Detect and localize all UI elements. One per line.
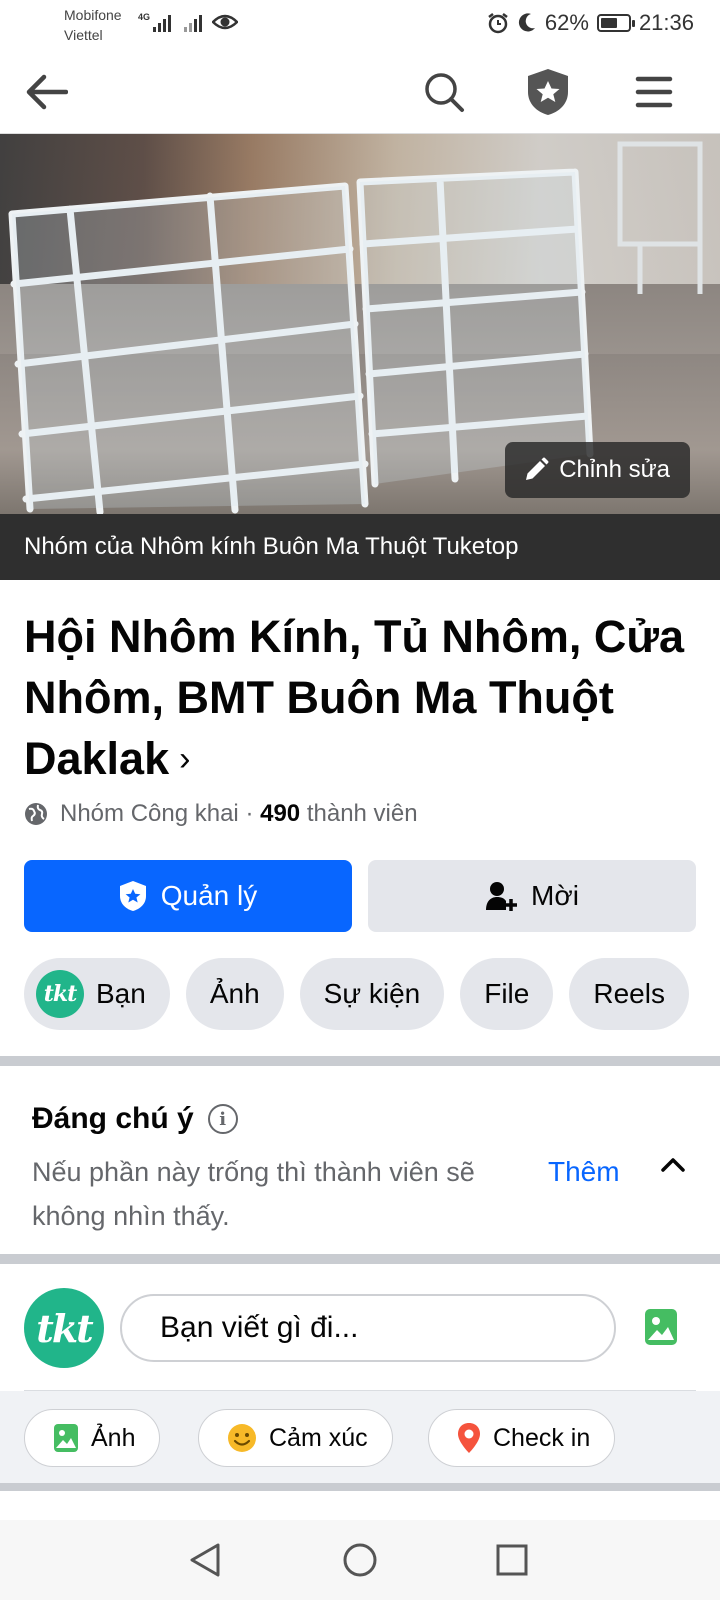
featured-section-title: Đáng chú ý i bbox=[32, 1102, 238, 1136]
globe-icon bbox=[25, 803, 47, 825]
featured-more-link[interactable]: Thêm bbox=[548, 1150, 620, 1194]
status-bar: Mobifone Viettel 4G 62% 21:36 bbox=[0, 0, 720, 50]
admin-tools-button[interactable] bbox=[522, 66, 574, 118]
battery-icon bbox=[596, 14, 635, 32]
photo-icon bbox=[54, 1424, 78, 1452]
chevron-right-icon: › bbox=[179, 740, 191, 778]
edit-cover-button[interactable]: Chỉnh sửa bbox=[505, 442, 690, 498]
photo-icon[interactable] bbox=[644, 1308, 678, 1346]
section-divider bbox=[0, 1254, 720, 1264]
section-divider bbox=[0, 1056, 720, 1066]
member-count: 490 bbox=[260, 800, 301, 827]
carrier-2: Viettel bbox=[64, 27, 103, 43]
avatar[interactable]: tkt bbox=[24, 1288, 104, 1368]
signal-icon-2 bbox=[184, 12, 202, 32]
shield-star-icon bbox=[119, 881, 146, 911]
photo-button[interactable]: Ảnh bbox=[24, 1409, 161, 1467]
chip-reels[interactable]: Reels bbox=[569, 958, 689, 1030]
chip-files[interactable]: File bbox=[460, 958, 554, 1030]
pill-label: Cảm xúc bbox=[269, 1423, 368, 1452]
home-circle-icon[interactable] bbox=[340, 1540, 380, 1580]
search-icon bbox=[425, 73, 464, 112]
chip-label: Ảnh bbox=[209, 978, 260, 1009]
chip-friends[interactable]: tkt Bạn bbox=[24, 958, 170, 1030]
chip-events[interactable]: Sự kiện bbox=[299, 958, 445, 1030]
check-in-button[interactable]: Check in bbox=[428, 1409, 616, 1467]
feeling-button[interactable]: Cảm xúc bbox=[198, 1409, 393, 1467]
battery-percent: 62% bbox=[544, 10, 589, 35]
meta-dot: · bbox=[245, 800, 254, 827]
shield-star-icon bbox=[528, 69, 568, 115]
alarm-icon bbox=[488, 13, 508, 34]
privacy-label: Nhóm Công khai bbox=[60, 800, 239, 827]
back-triangle-icon[interactable] bbox=[186, 1540, 226, 1580]
chip-photos[interactable]: Ảnh bbox=[185, 958, 284, 1030]
clock: 21:36 bbox=[638, 10, 694, 35]
network-tag: 4G bbox=[138, 12, 151, 22]
member-label: thành viên bbox=[306, 800, 418, 827]
pill-label: Ảnh bbox=[91, 1423, 136, 1452]
chip-label: Bạn bbox=[96, 978, 146, 1009]
group-meta: Nhóm Công khai · 490 thành viên bbox=[24, 800, 418, 828]
group-title-text: Hội Nhôm Kính, Tủ Nhôm, Cửa Nhôm, BMT Bu… bbox=[24, 611, 685, 784]
edit-cover-label: Chỉnh sửa bbox=[559, 456, 670, 483]
group-owner-caption[interactable]: Nhóm của Nhôm kính Buôn Ma Thuột Tuketop bbox=[0, 514, 720, 580]
carrier-1: Mobifone bbox=[64, 7, 122, 23]
status-right: 62% 21:36 bbox=[487, 10, 694, 36]
chip-label: Reels bbox=[593, 978, 665, 1009]
back-button[interactable] bbox=[20, 66, 72, 118]
carrier-info: Mobifone Viettel bbox=[64, 5, 122, 45]
section-divider bbox=[0, 1483, 720, 1491]
arrow-left-icon bbox=[26, 74, 68, 110]
smile-icon bbox=[228, 1424, 256, 1452]
system-nav-bar bbox=[0, 1520, 720, 1600]
chevron-up-icon[interactable] bbox=[658, 1150, 688, 1180]
chip-label: Sự kiện bbox=[323, 978, 421, 1009]
invite-button[interactable]: Mời bbox=[368, 860, 696, 932]
search-button[interactable] bbox=[418, 66, 470, 118]
featured-description: Nếu phần này trống thì thành viên sẽ khô… bbox=[32, 1157, 475, 1231]
invite-label: Mời bbox=[531, 880, 579, 911]
manage-button[interactable]: Quản lý bbox=[24, 860, 352, 932]
pencil-icon bbox=[526, 457, 549, 480]
hamburger-menu-icon bbox=[635, 76, 673, 108]
group-tabs: tkt Bạn Ảnh Sự kiện File Reels bbox=[24, 958, 689, 1030]
featured-title-text: Đáng chú ý bbox=[32, 1102, 194, 1135]
pill-label: Check in bbox=[493, 1423, 591, 1452]
signal-icon: 4G bbox=[138, 12, 172, 32]
location-pin-icon bbox=[458, 1423, 480, 1453]
group-title[interactable]: Hội Nhôm Kính, Tủ Nhôm, Cửa Nhôm, BMT Bu… bbox=[24, 606, 694, 790]
chip-label: File bbox=[484, 978, 530, 1009]
top-nav bbox=[0, 50, 720, 134]
add-person-icon bbox=[486, 882, 518, 911]
recents-square-icon[interactable] bbox=[492, 1540, 532, 1580]
eye-icon bbox=[212, 14, 238, 30]
avatar: tkt bbox=[36, 970, 84, 1018]
post-composer-input[interactable]: Bạn viết gì đi... bbox=[120, 1294, 616, 1362]
info-icon[interactable]: i bbox=[207, 1104, 238, 1134]
menu-button[interactable] bbox=[628, 66, 680, 118]
manage-label: Quản lý bbox=[160, 880, 258, 911]
moon-icon bbox=[518, 13, 535, 32]
post-action-row: Ảnh Cảm xúc Check in bbox=[0, 1391, 720, 1483]
